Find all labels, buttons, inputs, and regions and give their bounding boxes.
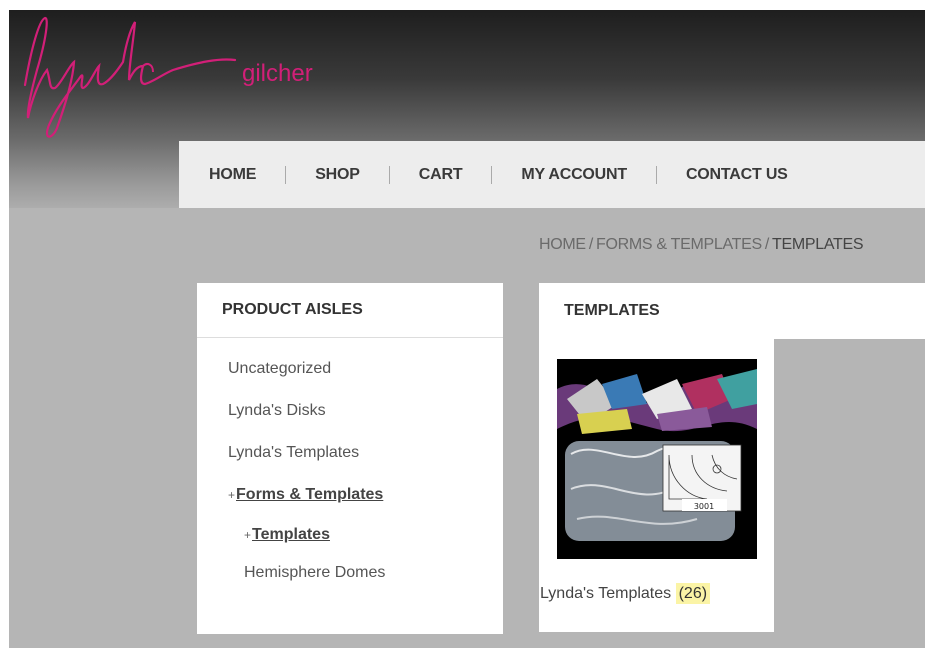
site-header: gilcher HOME SHOP CART MY ACCOUNT CONTAC… — [9, 10, 925, 208]
sidebar-title: PRODUCT AISLES — [197, 283, 503, 338]
logo-subtext: gilcher — [242, 60, 313, 87]
category-forms-templates[interactable]: +Forms & Templates — [197, 474, 503, 516]
nav-shop[interactable]: SHOP — [286, 166, 389, 184]
page: gilcher HOME SHOP CART MY ACCOUNT CONTAC… — [9, 10, 925, 648]
category-hemisphere-domes[interactable]: Hemisphere Domes — [197, 554, 503, 592]
template-number-label: 3001 — [694, 502, 714, 511]
breadcrumb-forms-templates[interactable]: FORMS & TEMPLATES — [596, 236, 762, 253]
nav-home[interactable]: HOME — [179, 166, 285, 184]
category-list: Uncategorized Lynda's Disks Lynda's Temp… — [197, 338, 503, 592]
breadcrumb-current: TEMPLATES — [772, 236, 864, 253]
nav-cart[interactable]: CART — [390, 166, 492, 184]
templates-product-photo: 3001 — [557, 359, 757, 559]
breadcrumb-home[interactable]: HOME — [539, 236, 586, 253]
category-forms-templates-link[interactable]: Forms & Templates — [236, 486, 383, 503]
category-uncategorized[interactable]: Uncategorized — [197, 348, 503, 390]
site-logo[interactable]: gilcher — [19, 10, 359, 145]
category-lyndas-templates[interactable]: Lynda's Templates — [197, 432, 503, 474]
product-count-badge: (26) — [675, 583, 711, 604]
breadcrumb-separator: / — [588, 236, 593, 253]
product-category-card[interactable]: 3001 Lynda's Templates (26) — [539, 339, 774, 632]
product-category-title[interactable]: Lynda's Templates (26) — [540, 583, 711, 604]
product-image[interactable]: 3001 — [557, 359, 757, 559]
breadcrumb: HOME / FORMS & TEMPLATES / TEMPLATES — [539, 236, 864, 254]
nav-my-account[interactable]: MY ACCOUNT — [492, 166, 656, 184]
breadcrumb-separator: / — [764, 236, 770, 253]
main-nav: HOME SHOP CART MY ACCOUNT CONTACT US — [179, 141, 925, 208]
category-lyndas-disks[interactable]: Lynda's Disks — [197, 390, 503, 432]
expand-plus-icon: + — [244, 528, 252, 542]
category-templates-link[interactable]: Templates — [252, 526, 330, 543]
expand-plus-icon: + — [228, 488, 236, 502]
nav-contact-us[interactable]: CONTACT US — [657, 166, 817, 184]
product-aisles-sidebar: PRODUCT AISLES Uncategorized Lynda's Dis… — [197, 283, 503, 634]
category-templates[interactable]: +Templates — [197, 516, 503, 554]
product-category-name: Lynda's Templates — [540, 585, 672, 602]
page-title: TEMPLATES — [539, 283, 925, 339]
